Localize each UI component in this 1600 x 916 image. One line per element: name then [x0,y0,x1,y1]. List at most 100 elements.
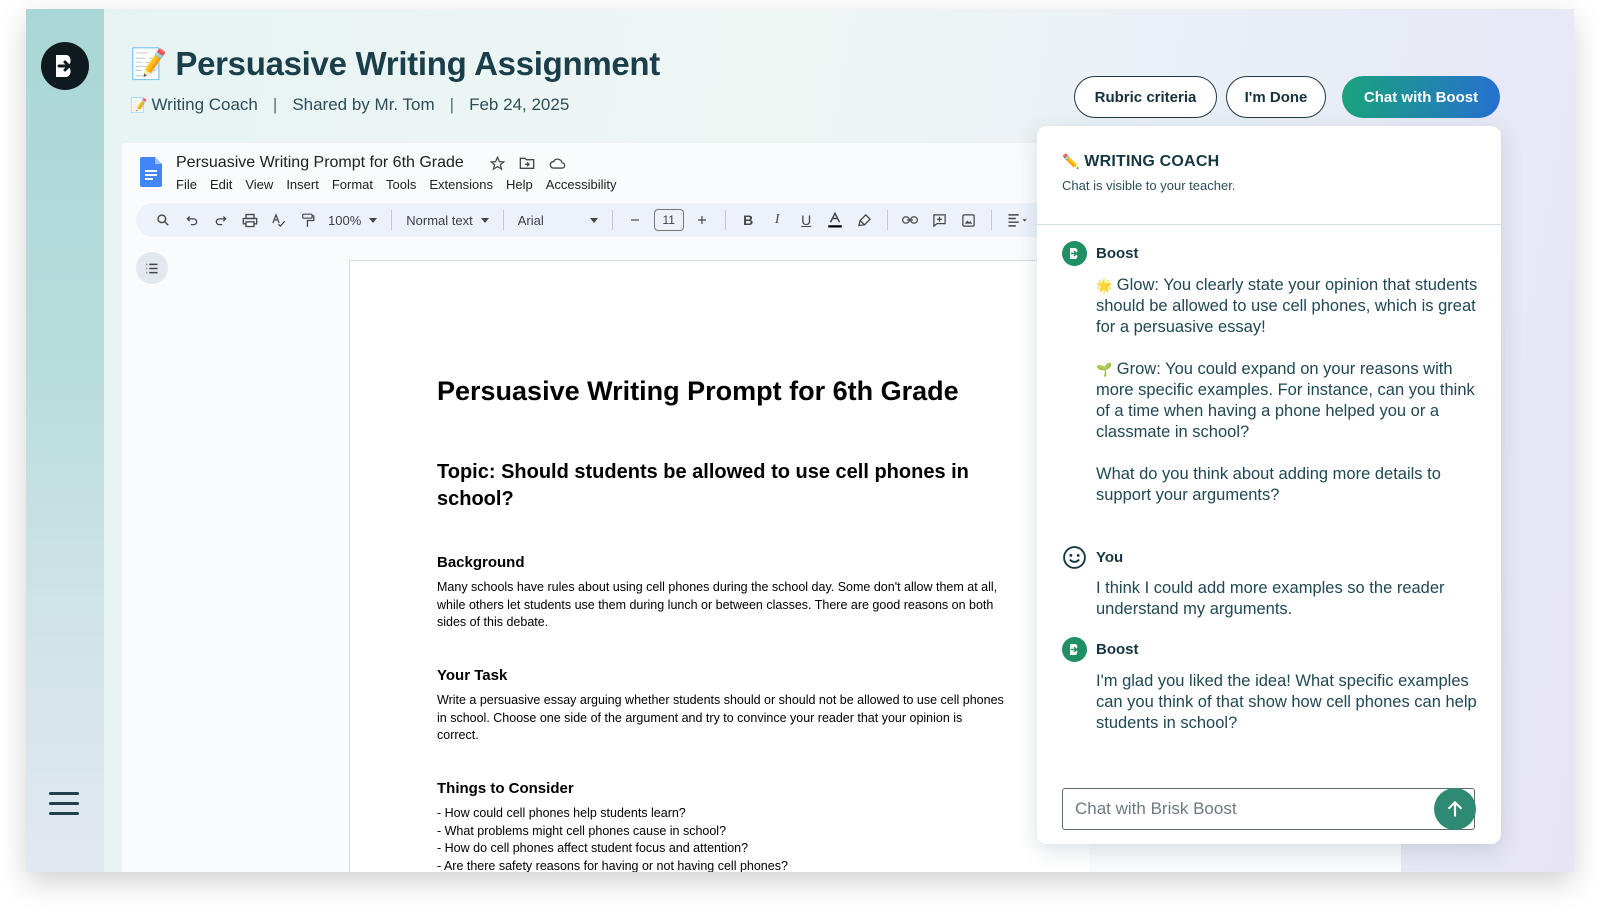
speaker-name: You [1096,549,1124,566]
zoom-value: 100% [328,212,362,228]
separator: | [272,95,278,114]
left-rail [26,9,104,872]
align-left-icon[interactable] [1000,206,1036,234]
font-size-input[interactable]: 11 [653,209,684,231]
chat-input[interactable]: Chat with Brisk Boost [1062,788,1475,830]
consider-heading: Things to Consider [437,780,574,797]
you-speaker: You [1062,545,1123,570]
shared-by: Shared by Mr. Tom [292,95,435,114]
message-text: Grow: You could expand on your reasons w… [1096,360,1475,441]
message-text: Glow: You clearly state your opinion tha… [1096,276,1478,336]
star-icon[interactable] [488,154,506,172]
toolbar-divider [611,210,613,230]
spellcheck-icon[interactable] [264,206,293,234]
speaker-name: Boost [1096,641,1139,658]
doc-title-actions [488,154,566,172]
docs-menubar: File Edit View Insert Format Tools Exten… [176,177,617,192]
star-emoji-icon: 🌟 [1096,278,1113,293]
list-item: - How could cell phones help students le… [437,806,686,820]
document-page[interactable]: Persuasive Writing Prompt for 6th Grade … [349,260,1089,872]
chevron-down-icon [480,217,489,223]
menu-accessibility[interactable]: Accessibility [546,177,617,192]
page-title-row: 📝 Persuasive Writing Assignment [130,45,660,83]
google-docs-icon [140,157,162,187]
rubric-criteria-button[interactable]: Rubric criteria [1074,76,1217,118]
assignment-meta: 📝 Writing Coach | Shared by Mr. Tom | Fe… [130,95,569,115]
italic-icon[interactable]: I [763,206,792,234]
undo-icon[interactable] [177,206,206,234]
brisk-logo-icon[interactable] [41,42,89,90]
chat-visibility-note: Chat is visible to your teacher. [1062,178,1236,193]
paint-format-icon[interactable] [293,206,322,234]
cloud-status-icon[interactable] [548,154,566,172]
page-title: Persuasive Writing Assignment [175,45,660,82]
toolbar-divider [391,210,393,230]
boost-speaker: Boost [1062,637,1139,662]
menu-insert[interactable]: Insert [286,177,319,192]
menu-extensions[interactable]: Extensions [429,177,493,192]
chat-with-boost-button[interactable]: Chat with Boost [1342,76,1500,118]
menu-help[interactable]: Help [506,177,533,192]
task-heading: Your Task [437,667,508,684]
font-value: Arial [517,212,544,228]
boost-speaker: Boost [1062,241,1139,266]
pencil-icon: ✏️ [1062,153,1080,169]
chat-title: ✏️ WRITING COACH [1062,153,1235,171]
chat-header: ✏️ WRITING COACH Chat is visible to your… [1062,153,1235,193]
toolbar-divider [990,210,992,230]
separator: | [449,95,455,114]
app-window: 📝 Persuasive Writing Assignment 📝 Writin… [26,9,1574,872]
font-select[interactable]: Arial [512,213,604,228]
move-folder-icon[interactable] [518,154,536,172]
boost-message: I'm glad you liked the idea! What specif… [1096,672,1477,732]
list-item: - Are there safety reasons for having or… [437,858,788,873]
add-comment-icon[interactable] [925,206,954,234]
background-heading: Background [437,554,525,571]
consider-list: - How could cell phones help students le… [437,805,788,872]
menu-format[interactable]: Format [332,177,373,192]
underline-icon[interactable]: U [792,206,821,234]
zoom-select[interactable]: 100% [322,213,383,228]
user-message: I think I could add more examples so the… [1096,579,1445,618]
highlight-icon[interactable] [850,206,879,234]
redo-icon[interactable] [206,206,235,234]
link-icon[interactable] [896,206,925,234]
menu-file[interactable]: File [176,177,197,192]
document-outline-button[interactable] [136,252,168,284]
boost-message-question: What do you think about adding more deta… [1096,465,1441,504]
menu-edit[interactable]: Edit [210,177,232,192]
print-icon[interactable] [235,206,264,234]
list-item: - How do cell phones affect student focu… [437,841,749,855]
im-done-button[interactable]: I'm Done [1226,76,1326,118]
doc-name[interactable]: Persuasive Writing Prompt for 6th Grade [176,154,464,172]
list-icon [146,263,158,273]
memo-small-icon: 📝 [130,96,148,113]
memo-icon: 📝 [130,47,168,81]
writing-coach-chat-panel: ✏️ WRITING COACH Chat is visible to your… [1037,126,1501,844]
toolbar-divider [502,210,504,230]
toolbar-divider [886,210,888,230]
send-button[interactable] [1434,788,1476,830]
seedling-emoji-icon: 🌱 [1096,362,1113,377]
arrow-up-icon [1448,801,1462,817]
smiley-face-icon [1063,546,1086,569]
style-value: Normal text [406,212,473,228]
chevron-down-icon [589,217,598,223]
list-item: - What problems might cell phones cause … [437,823,727,838]
increase-font-size-icon[interactable] [688,206,717,234]
insert-image-icon[interactable] [954,206,983,234]
decrease-font-size-icon[interactable] [621,206,650,234]
chat-title-text: WRITING COACH [1084,153,1220,170]
background-paragraph: Many schools have rules about using cell… [437,580,998,629]
hamburger-menu-icon[interactable] [49,792,79,816]
paragraph-style-select[interactable]: Normal text [400,213,494,228]
menu-view[interactable]: View [245,177,273,192]
bold-icon[interactable]: B [734,206,763,234]
toolbar-divider [724,210,726,230]
menu-tools[interactable]: Tools [386,177,416,192]
search-icon[interactable] [148,206,177,234]
document-heading: Persuasive Writing Prompt for 6th Grade [437,376,959,406]
text-color-icon[interactable] [821,206,850,234]
divider [1037,224,1501,225]
boost-message-glow: 🌟 Glow: You clearly state your opinion t… [1096,275,1481,338]
